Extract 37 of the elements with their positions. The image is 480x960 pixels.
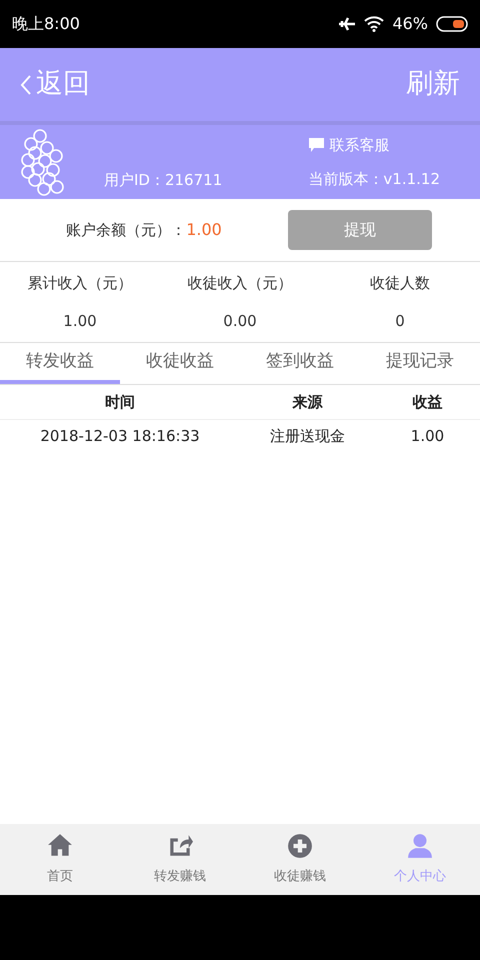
- back-button[interactable]: 返回: [20, 64, 90, 105]
- nav-tab[interactable]: 收徒赚钱: [240, 824, 360, 895]
- stat-label: 收徒人数: [370, 272, 430, 294]
- table-cell-text: 注册送现金: [269, 426, 346, 448]
- withdraw-button[interactable]: 提现: [288, 210, 432, 250]
- tab[interactable]: 签到收益: [240, 343, 360, 384]
- column-header: 收益: [412, 392, 444, 413]
- status-time: 晚上8:00: [12, 13, 80, 35]
- user-id: 用户ID：216711: [104, 170, 222, 191]
- account-balance: 账户余额（元）：1.00: [65, 219, 223, 241]
- table-cell-text: 1.00: [410, 426, 446, 448]
- plus-circle-icon: [287, 832, 313, 859]
- contact-support-link[interactable]: 联系客服: [308, 134, 440, 156]
- person-icon: [407, 832, 433, 859]
- column-header: 来源: [291, 392, 324, 413]
- wifi-icon: [364, 16, 384, 32]
- nav-tab[interactable]: 首页: [0, 824, 120, 895]
- table-cell-text: 2018-12-03 18:16:33: [39, 426, 201, 448]
- app-version: 当前版本：v1.1.12: [308, 169, 440, 190]
- stat-value: 0.00: [223, 311, 257, 332]
- stat-value: 0: [395, 311, 405, 332]
- refresh-button[interactable]: 刷新: [406, 64, 460, 105]
- house-icon: [47, 832, 73, 859]
- stat-label: 累计收入（元）: [28, 272, 132, 294]
- chat-icon: [308, 136, 326, 153]
- column-header: 时间: [104, 392, 136, 413]
- nav-tab[interactable]: 转发赚钱: [120, 824, 240, 895]
- nav-tab[interactable]: 个人中心: [360, 824, 480, 895]
- battery-icon: [436, 16, 468, 32]
- tab[interactable]: 提现记录: [360, 343, 480, 384]
- battery-percent: 46%: [392, 13, 428, 35]
- stat-label: 收徒收入（元）: [188, 272, 292, 294]
- tab[interactable]: 收徒收益: [120, 343, 240, 384]
- chevron-left-icon: [20, 74, 32, 96]
- stat-value: 1.00: [63, 311, 97, 332]
- airplane-icon: [338, 16, 356, 32]
- tab[interactable]: 转发收益: [0, 343, 120, 384]
